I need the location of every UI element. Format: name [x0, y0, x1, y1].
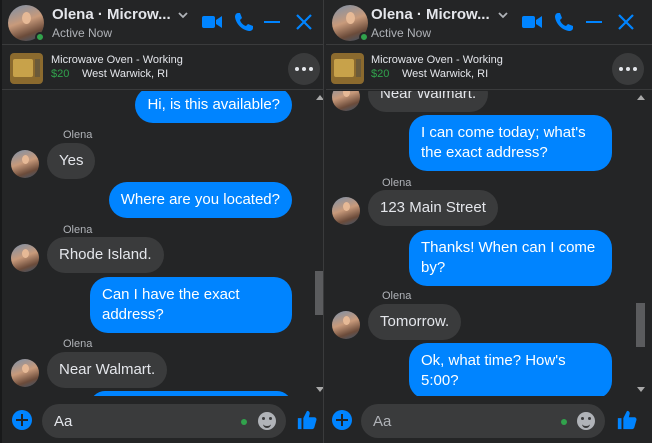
- contact-avatar-small: [11, 150, 39, 178]
- message-composer: [2, 397, 323, 443]
- message-bubble-incoming: Near Walmart.: [368, 91, 489, 112]
- contact-name[interactable]: Olena · Microw...: [52, 6, 171, 23]
- message-bubble-incoming: Near Walmart.: [47, 352, 168, 388]
- scrollbar-thumb[interactable]: [636, 303, 645, 347]
- minimize-icon[interactable]: [260, 10, 284, 34]
- minimize-icon[interactable]: [582, 10, 606, 34]
- sender-name: Olena: [63, 129, 93, 141]
- message-text-line: I can come today; what's: [421, 124, 586, 141]
- sender-name: Olena: [63, 338, 93, 350]
- message-bubble-outgoing: Thanks! When can I come by?: [409, 230, 612, 286]
- status-dot: [561, 419, 567, 425]
- thumbs-up-icon[interactable]: [616, 409, 638, 431]
- sender-name: Olena: [63, 224, 93, 236]
- message-text-line: Thanks! When can I come: [421, 239, 596, 256]
- marketplace-listing-bar[interactable]: Microwave Oven - Working $20 West Warwic…: [2, 46, 323, 90]
- more-options-icon[interactable]: [288, 53, 320, 85]
- message-list: Near Walmart. I can come today; what's t…: [326, 91, 636, 396]
- thumbs-up-icon[interactable]: [296, 409, 318, 431]
- message-input[interactable]: [373, 404, 533, 438]
- scrollbar[interactable]: [314, 91, 323, 396]
- online-indicator: [359, 32, 369, 42]
- close-icon[interactable]: [614, 10, 638, 34]
- chat-window-left: Olena · Microw... Active Now Microwave O…: [2, 0, 324, 443]
- message-bubble-incoming: Rhode Island.: [47, 237, 164, 273]
- contact-avatar-small: [11, 244, 39, 272]
- active-status: Active Now: [371, 26, 432, 40]
- message-bubble-outgoing: I can come today; what's the exact addre…: [409, 115, 612, 171]
- messenger-chat-windows: Olena · Microw... Active Now Microwave O…: [0, 0, 652, 443]
- online-indicator: [35, 32, 45, 42]
- marketplace-listing-bar[interactable]: Microwave Oven - Working $20 West Warwic…: [326, 46, 652, 90]
- message-text-line: the exact address?: [421, 144, 548, 161]
- video-icon[interactable]: [200, 10, 224, 34]
- listing-thumbnail: [10, 53, 43, 84]
- scrollbar[interactable]: [635, 91, 646, 396]
- listing-title: Microwave Oven - Working: [371, 54, 503, 66]
- add-icon[interactable]: [12, 410, 32, 430]
- message-bubble-outgoing-partial: [90, 391, 292, 396]
- message-bubble-incoming: 123 Main Street: [368, 190, 498, 226]
- listing-location: West Warwick, RI: [402, 68, 489, 80]
- message-bubble-incoming: Yes: [47, 143, 96, 179]
- close-icon[interactable]: [292, 10, 316, 34]
- message-field[interactable]: [361, 404, 605, 438]
- scroll-up-arrow[interactable]: [637, 95, 645, 100]
- more-options-icon[interactable]: [612, 53, 644, 85]
- scroll-down-arrow[interactable]: [316, 387, 323, 392]
- message-bubble-outgoing: Can I have the exact address?: [90, 277, 292, 333]
- video-icon[interactable]: [520, 10, 544, 34]
- message-field[interactable]: [42, 404, 286, 438]
- message-text-line: address?: [102, 306, 164, 323]
- add-icon[interactable]: [332, 410, 352, 430]
- scrollbar-thumb[interactable]: [315, 271, 323, 315]
- chevron-down-icon[interactable]: [178, 10, 188, 20]
- phone-icon[interactable]: [552, 10, 576, 34]
- message-input[interactable]: [54, 404, 214, 438]
- contact-avatar-small: [332, 91, 360, 111]
- message-bubble-outgoing: Hi, is this available?: [135, 91, 292, 123]
- contact-avatar-small: [11, 359, 39, 387]
- listing-thumbnail: [331, 53, 364, 84]
- message-text-line: by?: [421, 259, 446, 276]
- listing-title: Microwave Oven - Working: [51, 54, 183, 66]
- message-text-line: 5:00?: [421, 372, 459, 389]
- contact-avatar-small: [332, 311, 360, 339]
- phone-icon[interactable]: [232, 10, 256, 34]
- emoji-icon[interactable]: [258, 412, 276, 430]
- chat-window-right: Olena · Microw... Active Now Microwave O…: [326, 0, 652, 443]
- message-bubble-outgoing: Ok, what time? How's 5:00?: [409, 343, 612, 396]
- chat-header: Olena · Microw... Active Now: [2, 0, 323, 45]
- scroll-down-arrow[interactable]: [637, 387, 645, 392]
- message-bubble-incoming: Tomorrow.: [368, 304, 462, 340]
- scroll-up-arrow[interactable]: [316, 95, 323, 100]
- chat-header: Olena · Microw... Active Now: [326, 0, 652, 45]
- active-status: Active Now: [52, 26, 113, 40]
- message-composer: [326, 397, 652, 443]
- message-text-line: Can I have the exact: [102, 286, 240, 303]
- contact-avatar-small: [332, 197, 360, 225]
- emoji-icon[interactable]: [577, 412, 595, 430]
- message-bubble-outgoing: Where are you located?: [108, 182, 292, 218]
- contact-name[interactable]: Olena · Microw...: [371, 6, 490, 23]
- chevron-down-icon[interactable]: [498, 10, 508, 20]
- listing-location: West Warwick, RI: [82, 68, 169, 80]
- sender-name: Olena: [382, 290, 412, 302]
- status-dot: [241, 419, 247, 425]
- listing-price: $20: [371, 68, 390, 80]
- sender-name: Olena: [382, 177, 412, 189]
- message-text-line: Ok, what time? How's: [421, 352, 566, 369]
- message-list: Hi, is this available? Olena Yes Where a…: [2, 91, 314, 396]
- listing-price: $20: [51, 68, 70, 80]
